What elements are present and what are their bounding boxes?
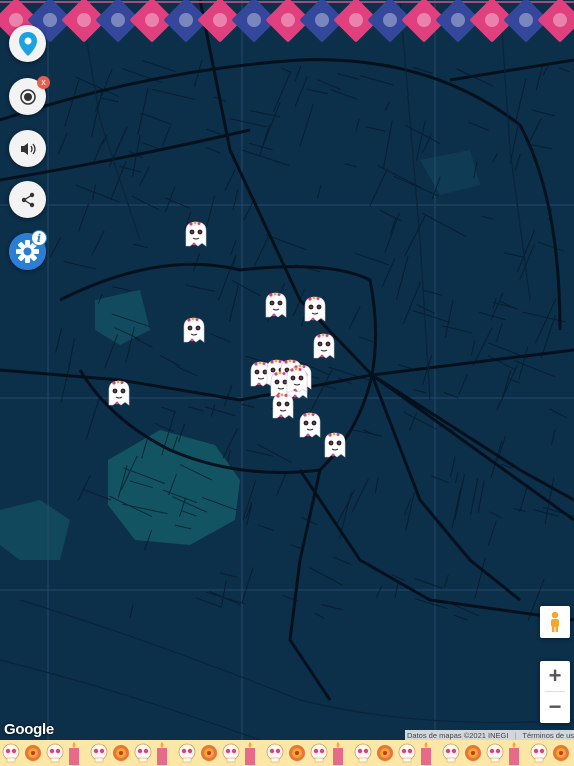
marigold-flower-icon [462, 742, 484, 766]
ghost-marker-icon[interactable] [179, 315, 209, 345]
sugar-skull-icon [396, 742, 418, 766]
ghost-marker-icon[interactable] [282, 365, 312, 395]
candle-icon [154, 742, 170, 766]
skull-cutout-icon [179, 13, 193, 27]
ghost-marker-icon[interactable] [261, 290, 291, 320]
share-icon [20, 192, 36, 208]
skull-cutout-icon [383, 13, 397, 27]
sugar-skull-icon [176, 742, 198, 766]
google-logo: Google [4, 721, 54, 738]
ghost-marker-icon[interactable] [104, 378, 134, 408]
papel-picado-banner [0, 0, 574, 43]
candle-icon [242, 742, 258, 766]
skull-cutout-icon [77, 13, 91, 27]
candle-icon [66, 742, 82, 766]
ghost-marker-icon[interactable] [181, 219, 211, 249]
marigold-flower-icon [374, 742, 396, 766]
sugar-skull-icon [44, 742, 66, 766]
ghost-marker-icon[interactable] [268, 391, 298, 421]
sound-button[interactable] [9, 130, 46, 167]
skull-cutout-icon [315, 13, 329, 27]
sugar-skull-icon [440, 742, 462, 766]
marigold-flower-icon [22, 742, 44, 766]
sugar-skull-icon [88, 742, 110, 766]
marigold-flower-icon [286, 742, 308, 766]
zoom-control: + − [540, 661, 570, 723]
location-button[interactable] [9, 25, 46, 62]
skull-cutout-icon [111, 13, 125, 27]
sugar-skull-icon [352, 742, 374, 766]
zoom-out-button[interactable]: − [540, 692, 570, 722]
skull-cutout-icon [247, 13, 261, 27]
record-icon [19, 88, 37, 106]
sugar-skull-icon [132, 742, 154, 766]
skull-cutout-icon [145, 13, 159, 27]
ghost-marker-icon[interactable] [320, 430, 350, 460]
location-pin-icon [17, 31, 39, 57]
record-badge-icon: x [37, 76, 50, 89]
skull-cutout-icon [485, 13, 499, 27]
ghost-marker-icon[interactable] [309, 331, 339, 361]
marigold-flower-icon [550, 742, 572, 766]
candle-icon [330, 742, 346, 766]
street-view-pegman-icon[interactable] [540, 606, 570, 638]
skull-cutout-icon [553, 13, 567, 27]
skull-cutout-icon [349, 13, 363, 27]
skull-cutout-icon [417, 13, 431, 27]
sugar-skull-icon [0, 742, 22, 766]
sound-icon [19, 141, 37, 157]
sugar-skull-icon [264, 742, 286, 766]
candle-icon [506, 742, 522, 766]
skull-cutout-icon [281, 13, 295, 27]
skull-cutout-icon [43, 13, 57, 27]
marigold-flower-icon [198, 742, 220, 766]
candle-icon [418, 742, 434, 766]
info-badge-icon: i [31, 230, 47, 246]
papel-picado-flag [537, 0, 574, 43]
sugar-skull-icon [220, 742, 242, 766]
sugar-skull-icon [308, 742, 330, 766]
decorative-footer [0, 740, 574, 766]
skull-cutout-icon [451, 13, 465, 27]
skull-cutout-icon [519, 13, 533, 27]
sugar-skull-icon [484, 742, 506, 766]
marigold-flower-icon [110, 742, 132, 766]
ghost-marker-icon[interactable] [300, 294, 330, 324]
share-button[interactable] [9, 181, 46, 218]
sugar-skull-icon [528, 742, 550, 766]
skull-cutout-icon [213, 13, 227, 27]
zoom-in-button[interactable]: + [540, 661, 570, 691]
